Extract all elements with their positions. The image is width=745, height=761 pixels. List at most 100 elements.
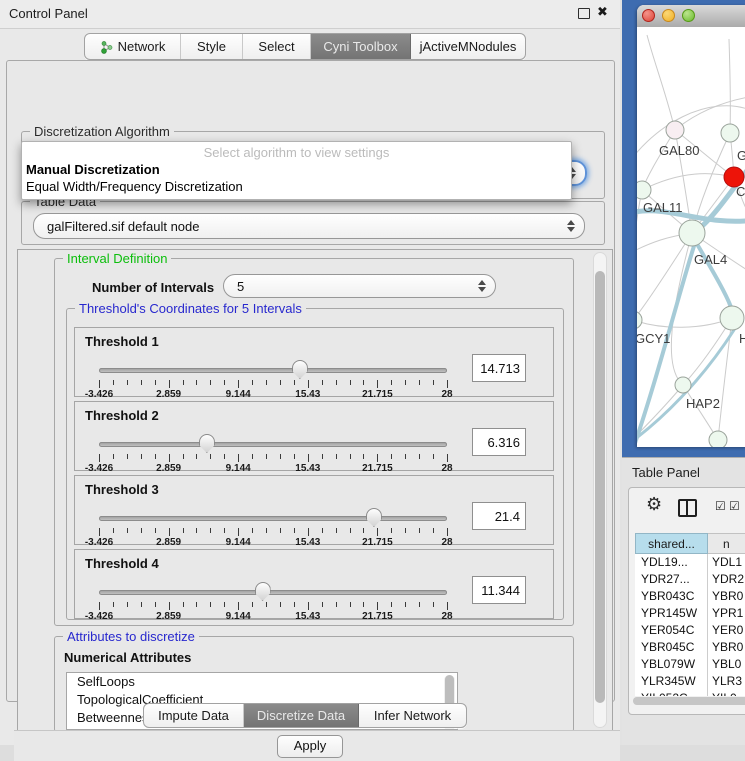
tab-infer-network[interactable]: Infer Network <box>359 704 466 727</box>
slider-thumb[interactable] <box>366 508 382 527</box>
network-node[interactable] <box>666 121 684 139</box>
tab-label: Select <box>258 39 294 54</box>
tick-mark <box>419 602 420 607</box>
slider-track[interactable] <box>99 590 447 595</box>
table-cell[interactable]: YBR0 <box>708 639 745 656</box>
tick-mark <box>252 528 253 533</box>
split-table-icon[interactable] <box>678 499 697 517</box>
table-cell[interactable]: YPR145W <box>635 605 708 622</box>
tick-mark <box>210 528 211 533</box>
tab-select[interactable]: Select <box>243 34 311 59</box>
network-edge[interactable] <box>647 35 675 130</box>
gear-icon[interactable]: ⚙ <box>646 494 662 515</box>
tick-mark <box>336 602 337 607</box>
network-edge[interactable] <box>729 39 730 133</box>
tick-label: 21.715 <box>362 389 393 400</box>
slider-track[interactable] <box>99 368 447 373</box>
table-cell[interactable]: YDR27... <box>635 571 708 588</box>
table-cell[interactable]: YBR045C <box>635 639 708 656</box>
checkbox-icon[interactable]: ☑ <box>729 499 740 513</box>
table-cell[interactable]: YLR345W <box>635 673 708 690</box>
tick-mark <box>405 380 406 385</box>
tab-label: Discretize Data <box>257 708 345 723</box>
tab-style[interactable]: Style <box>181 34 243 59</box>
network-node[interactable] <box>709 431 727 447</box>
table-cell[interactable]: YLR3 <box>708 673 745 690</box>
network-edge[interactable] <box>642 174 734 190</box>
tab-jactivemnodules[interactable]: jActiveMNodules <box>411 34 525 59</box>
node-label: H <box>739 331 745 346</box>
close-icon[interactable]: ✖ <box>597 5 608 20</box>
slider-track[interactable] <box>99 516 447 521</box>
tick-label: 9.144 <box>226 389 251 400</box>
network-edge[interactable] <box>637 318 732 327</box>
tick-mark <box>391 380 392 385</box>
slider-thumb[interactable] <box>255 582 271 601</box>
threshold-value-input[interactable] <box>472 428 526 456</box>
table-horizontal-scrollbar[interactable] <box>633 697 745 705</box>
network-edge[interactable] <box>642 130 675 190</box>
table-cell[interactable]: YER0 <box>708 622 745 639</box>
algorithm-option-equal-width-frequency-discretization[interactable]: Equal Width/Frequency Discretization <box>22 178 571 195</box>
tick-mark <box>308 528 309 536</box>
panel-scrollbar-thumb[interactable] <box>595 271 605 703</box>
table-cell[interactable]: YDR2 <box>708 571 745 588</box>
column-header-n[interactable]: n <box>708 533 745 554</box>
network-node[interactable] <box>679 220 705 246</box>
table-cell[interactable]: YBL079W <box>635 656 708 673</box>
tick-mark <box>141 380 142 385</box>
tick-mark <box>350 528 351 533</box>
network-node[interactable] <box>675 377 691 393</box>
table-data-combobox[interactable]: galFiltered.sif default node <box>33 213 585 239</box>
threshold-box-4: Threshold 4-3.4262.8599.14415.4321.71528 <box>74 549 554 619</box>
minimize-traffic-light-icon[interactable] <box>662 9 675 22</box>
slider-track[interactable] <box>99 442 447 447</box>
network-window-titlebar[interactable] <box>637 5 745 28</box>
table-cell[interactable]: YIL052C <box>635 690 708 696</box>
network-node[interactable] <box>720 306 744 330</box>
tab-discretize-data[interactable]: Discretize Data <box>244 704 359 727</box>
table-data-combobox-value: galFiltered.sif default node <box>34 219 566 234</box>
tick-mark <box>196 528 197 533</box>
table-cell[interactable]: YIL0 <box>708 690 745 696</box>
table-cell[interactable]: YBR0 <box>708 588 745 605</box>
tick-mark <box>280 454 281 459</box>
threshold-value-input[interactable] <box>472 502 526 530</box>
tick-mark <box>308 380 309 388</box>
slider-thumb[interactable] <box>292 360 308 379</box>
threshold-value-input[interactable] <box>472 354 526 382</box>
threshold-value-input[interactable] <box>472 576 526 604</box>
table-scrollbar-thumb[interactable] <box>633 697 745 705</box>
number-of-intervals-combobox[interactable]: 5 <box>223 274 496 298</box>
table-cell[interactable]: YDL19... <box>635 554 708 571</box>
network-node[interactable] <box>721 124 739 142</box>
table-cell[interactable]: YBL0 <box>708 656 745 673</box>
float-window-icon[interactable] <box>578 8 590 19</box>
tab-network[interactable]: Network <box>85 34 181 59</box>
tick-mark <box>99 528 100 536</box>
table-cell[interactable]: YBR043C <box>635 588 708 605</box>
tab-cyni-toolbox[interactable]: Cyni Toolbox <box>311 34 411 59</box>
attribute-item-selfloops[interactable]: SelfLoops <box>67 673 457 691</box>
network-node[interactable] <box>637 311 642 329</box>
tick-mark <box>336 380 337 385</box>
column-header-shared-[interactable]: shared... <box>635 533 708 554</box>
network-edge[interactable] <box>683 385 718 440</box>
table-row: YBR043CYBR0 <box>635 588 745 605</box>
slider-thumb[interactable] <box>199 434 215 453</box>
table-rows: YDL19...YDL1YDR27...YDR2YBR043CYBR0YPR14… <box>635 554 745 696</box>
table-cell[interactable]: YDL1 <box>708 554 745 571</box>
thresholds-group-label: Threshold's Coordinates for 5 Intervals <box>75 301 306 316</box>
network-canvas[interactable]: GAL80GACGAL11GAL4GCY1HHAP2 <box>637 27 745 447</box>
close-traffic-light-icon[interactable] <box>642 9 655 22</box>
checkbox-icon[interactable]: ☑ <box>715 499 726 513</box>
zoom-traffic-light-icon[interactable] <box>682 9 695 22</box>
table-cell[interactable]: YER054C <box>635 622 708 639</box>
network-node[interactable] <box>637 181 651 199</box>
network-edge-highlighted[interactable] <box>637 246 694 447</box>
apply-button[interactable]: Apply <box>277 735 343 758</box>
panel-scrollbar[interactable] <box>593 252 607 728</box>
algorithm-option-manual-discretization[interactable]: Manual Discretization <box>22 161 571 178</box>
tab-impute-data[interactable]: Impute Data <box>144 704 244 727</box>
table-cell[interactable]: YPR1 <box>708 605 745 622</box>
